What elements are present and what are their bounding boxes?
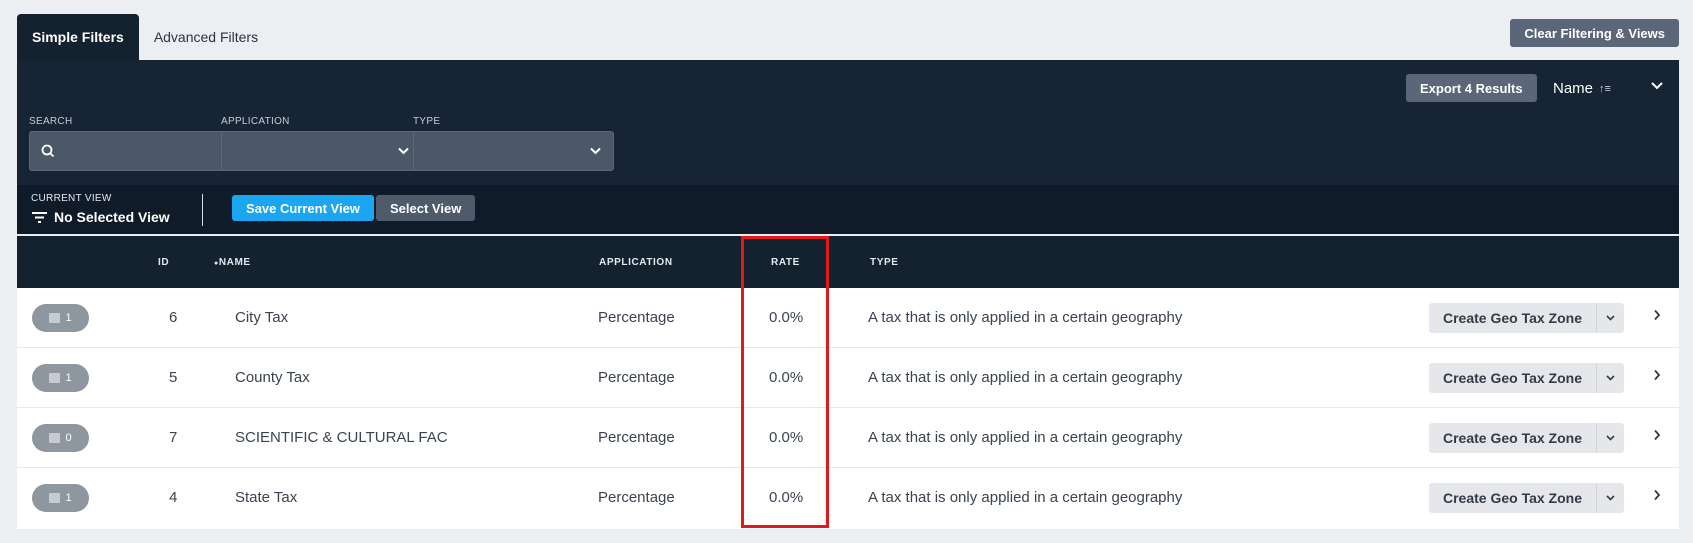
chevron-right-icon[interactable] xyxy=(1653,308,1661,325)
building-icon xyxy=(49,433,61,443)
geo-zone-count-badge[interactable]: 0 xyxy=(32,424,89,452)
table-row[interactable]: 1 6 City Tax Percentage 0.0% A tax that … xyxy=(17,288,1679,348)
application-label: APPLICATION xyxy=(221,116,290,127)
tab-advanced-filters[interactable]: Advanced Filters xyxy=(139,14,273,60)
save-current-view-button[interactable]: Save Current View xyxy=(232,195,374,221)
column-header-application[interactable]: APPLICATION xyxy=(599,257,673,268)
row-rate: 0.0% xyxy=(769,369,804,386)
row-id: 4 xyxy=(169,489,178,506)
create-geo-tax-zone-button[interactable]: Create Geo Tax Zone xyxy=(1429,483,1597,513)
tax-table: 1 6 City Tax Percentage 0.0% A tax that … xyxy=(17,288,1679,529)
table-row[interactable]: 1 4 State Tax Percentage 0.0% A tax that… xyxy=(17,468,1679,528)
clear-filtering-button[interactable]: Clear Filtering & Views xyxy=(1510,19,1679,47)
row-name: County Tax xyxy=(235,369,310,386)
search-label: SEARCH xyxy=(29,116,73,127)
view-bar: CURRENT VIEW No Selected View Save Curre… xyxy=(17,185,1679,234)
table-row[interactable]: 0 7 SCIENTIFIC & CULTURAL FAC Percentage… xyxy=(17,408,1679,468)
row-id: 5 xyxy=(169,369,178,386)
geo-zone-count: 1 xyxy=(65,372,72,384)
sort-label: Name xyxy=(1553,80,1594,97)
create-geo-tax-zone-button[interactable]: Create Geo Tax Zone xyxy=(1429,303,1597,333)
chevron-down-icon xyxy=(1606,375,1615,381)
row-name: SCIENTIFIC & CULTURAL FAC xyxy=(235,429,448,446)
current-view-label: CURRENT VIEW xyxy=(31,193,112,204)
search-icon xyxy=(41,144,55,158)
column-header-rate[interactable]: RATE xyxy=(771,257,800,268)
divider xyxy=(202,194,203,226)
create-geo-tax-zone-button[interactable]: Create Geo Tax Zone xyxy=(1429,363,1597,393)
chevron-right-icon[interactable] xyxy=(1653,488,1661,505)
row-name: State Tax xyxy=(235,489,298,506)
sort-selector[interactable]: Name ↑≡ xyxy=(1553,80,1611,97)
row-application: Percentage xyxy=(598,369,675,386)
current-view-selector[interactable]: No Selected View xyxy=(31,209,170,225)
table-header: ID ●NAME APPLICATION RATE TYPE xyxy=(17,236,1679,288)
row-application: Percentage xyxy=(598,309,675,326)
row-type: A tax that is only applied in a certain … xyxy=(868,489,1183,506)
type-select[interactable] xyxy=(413,131,614,171)
row-name: City Tax xyxy=(235,309,289,326)
geo-tax-zone-action: Create Geo Tax Zone xyxy=(1429,423,1625,453)
row-id: 6 xyxy=(169,309,178,326)
column-header-type[interactable]: TYPE xyxy=(870,257,899,268)
geo-tax-zone-dropdown[interactable] xyxy=(1596,423,1625,453)
current-view-value: No Selected View xyxy=(54,209,170,225)
building-icon xyxy=(49,493,61,503)
row-type: A tax that is only applied in a certain … xyxy=(868,309,1183,326)
chevron-down-icon xyxy=(1606,315,1615,321)
chevron-right-icon[interactable] xyxy=(1653,428,1661,445)
geo-zone-count: 1 xyxy=(65,312,72,324)
chevron-down-icon xyxy=(1606,435,1615,441)
geo-zone-count-badge[interactable]: 1 xyxy=(32,304,89,332)
type-label: TYPE xyxy=(413,116,441,127)
row-type: A tax that is only applied in a certain … xyxy=(868,429,1183,446)
geo-tax-zone-dropdown[interactable] xyxy=(1596,303,1625,333)
row-application: Percentage xyxy=(598,489,675,506)
sort-ascending-icon: ↑≡ xyxy=(1599,82,1611,95)
geo-zone-count-badge[interactable]: 1 xyxy=(32,484,89,512)
geo-zone-count: 1 xyxy=(65,492,72,504)
geo-tax-zone-action: Create Geo Tax Zone xyxy=(1429,303,1625,333)
row-rate: 0.0% xyxy=(769,489,804,506)
chevron-down-icon[interactable] xyxy=(1647,76,1667,96)
column-header-name[interactable]: ●NAME xyxy=(214,257,251,268)
column-header-id[interactable]: ID xyxy=(158,257,169,268)
row-type: A tax that is only applied in a certain … xyxy=(868,369,1183,386)
filter-tabs: Simple Filters Advanced Filters xyxy=(17,14,273,60)
tab-simple-filters[interactable]: Simple Filters xyxy=(17,14,139,60)
row-rate: 0.0% xyxy=(769,429,804,446)
column-header-name-label: NAME xyxy=(218,257,251,268)
chevron-right-icon[interactable] xyxy=(1653,368,1661,385)
select-view-button[interactable]: Select View xyxy=(376,195,476,221)
search-input[interactable] xyxy=(30,132,229,170)
create-geo-tax-zone-button[interactable]: Create Geo Tax Zone xyxy=(1429,423,1597,453)
search-field[interactable] xyxy=(29,131,230,171)
geo-tax-zone-dropdown[interactable] xyxy=(1596,363,1625,393)
chevron-down-icon xyxy=(398,144,409,158)
geo-tax-zone-action: Create Geo Tax Zone xyxy=(1429,363,1625,393)
export-results-button[interactable]: Export 4 Results xyxy=(1406,74,1537,102)
geo-zone-count-badge[interactable]: 1 xyxy=(32,364,89,392)
geo-tax-zone-dropdown[interactable] xyxy=(1596,483,1625,513)
building-icon xyxy=(49,373,61,383)
row-application: Percentage xyxy=(598,429,675,446)
filter-icon xyxy=(32,211,47,223)
building-icon xyxy=(49,313,61,323)
geo-zone-count: 0 xyxy=(65,432,72,444)
row-id: 7 xyxy=(169,429,178,446)
chevron-down-icon xyxy=(590,144,601,158)
table-row[interactable]: 1 5 County Tax Percentage 0.0% A tax tha… xyxy=(17,348,1679,408)
application-select[interactable] xyxy=(221,131,422,171)
geo-tax-zone-action: Create Geo Tax Zone xyxy=(1429,483,1625,513)
filter-panel: Export 4 Results Name ↑≡ SEARCH APPLICAT… xyxy=(17,60,1679,234)
chevron-down-icon xyxy=(1606,495,1615,501)
row-rate: 0.0% xyxy=(769,309,804,326)
